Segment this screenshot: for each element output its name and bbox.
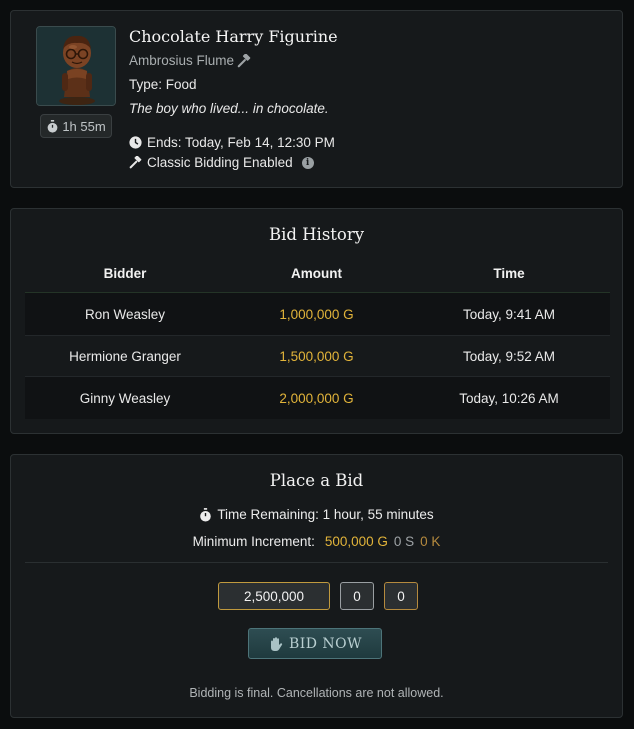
auction-end-time: Ends: Today, Feb 14, 12:30 PM bbox=[129, 135, 335, 150]
bidder-cell: Ginny Weasley bbox=[79, 390, 171, 406]
bidding-final-note: Bidding is final. Cancellations are not … bbox=[189, 686, 444, 700]
amount-cell: 2,000,000 G bbox=[279, 390, 354, 406]
clock-icon bbox=[129, 136, 142, 149]
place-bid-title: Place a Bid bbox=[269, 471, 364, 490]
time-remaining-text: Time Remaining: 1 hour, 55 minutes bbox=[217, 507, 434, 522]
stopwatch-icon bbox=[47, 119, 58, 133]
min-increment-knut: 0 K bbox=[420, 534, 441, 549]
column-header-amount: Amount bbox=[291, 266, 342, 281]
ends-text: Ends: Today, Feb 14, 12:30 PM bbox=[147, 135, 335, 150]
hammer-icon bbox=[237, 53, 251, 67]
min-increment-label: Minimum Increment: bbox=[192, 534, 315, 549]
item-name: Chocolate Harry Figurine bbox=[129, 27, 338, 46]
bidding-mode: Classic Bidding Enabled i bbox=[129, 155, 314, 170]
table-row: Ginny Weasley 2,000,000 G Today, 10:26 A… bbox=[25, 377, 610, 419]
column-header-bidder: Bidder bbox=[103, 266, 147, 281]
table-row: Hermione Granger 1,500,000 G Today, 9:52… bbox=[25, 335, 610, 377]
min-increment-gold: 500,000 G bbox=[324, 534, 388, 549]
creator-name[interactable]: Ambrosius Flume bbox=[129, 53, 234, 68]
time-left-text: 1h 55m bbox=[62, 118, 106, 134]
time-remaining: Time Remaining: 1 hour, 55 minutes bbox=[11, 507, 622, 522]
time-cell: Today, 9:52 AM bbox=[462, 348, 556, 364]
bid-history-panel: Bid History Bidder Amount Time Ron Weasl… bbox=[10, 208, 623, 434]
gavel-icon bbox=[129, 156, 142, 169]
info-icon[interactable]: i bbox=[301, 156, 314, 169]
place-bid-panel: Place a Bid Time Remaining: 1 hour, 55 m… bbox=[10, 454, 623, 718]
bid-now-label: BID NOW bbox=[288, 635, 363, 652]
bidder-cell: Ron Weasley bbox=[84, 306, 166, 322]
item-panel: 1h 55m Chocolate Harry Figurine Ambrosiu… bbox=[10, 10, 623, 188]
column-header-time: Time bbox=[493, 266, 525, 281]
time-left-badge: 1h 55m bbox=[40, 114, 112, 138]
time-cell: Today, 9:41 AM bbox=[462, 306, 556, 322]
amount-cell: 1,000,000 G bbox=[279, 306, 354, 322]
knut-amount-input[interactable] bbox=[384, 582, 418, 610]
divider bbox=[25, 562, 608, 563]
chocolate-figurine-image bbox=[37, 27, 115, 105]
min-increment-silver: 0 S bbox=[393, 534, 415, 549]
time-cell: Today, 10:26 AM bbox=[459, 390, 559, 406]
bid-now-button[interactable]: BID NOW bbox=[248, 628, 382, 659]
table-header: Bidder Amount Time bbox=[25, 255, 610, 293]
silver-amount-input[interactable] bbox=[340, 582, 374, 610]
item-description: The boy who lived... in chocolate. bbox=[129, 101, 329, 116]
item-thumbnail bbox=[36, 26, 116, 106]
minimum-increment: Minimum Increment: 500,000 G 0 S 0 K bbox=[11, 534, 622, 549]
table-row: Ron Weasley 1,000,000 G Today, 9:41 AM bbox=[25, 293, 610, 335]
bidding-mode-text: Classic Bidding Enabled bbox=[147, 155, 293, 170]
bid-history-title: Bid History bbox=[268, 225, 365, 244]
stopwatch-icon bbox=[200, 507, 212, 521]
gold-amount-input[interactable] bbox=[218, 582, 330, 610]
bidder-cell: Hermione Granger bbox=[69, 348, 181, 364]
amount-cell: 1,500,000 G bbox=[279, 348, 354, 364]
item-type: Type: Food bbox=[129, 77, 197, 92]
hand-icon bbox=[270, 636, 283, 651]
bid-history-table: Bidder Amount Time Ron Weasley 1,000,000… bbox=[25, 255, 610, 419]
item-creator[interactable]: Ambrosius Flume bbox=[129, 53, 251, 68]
